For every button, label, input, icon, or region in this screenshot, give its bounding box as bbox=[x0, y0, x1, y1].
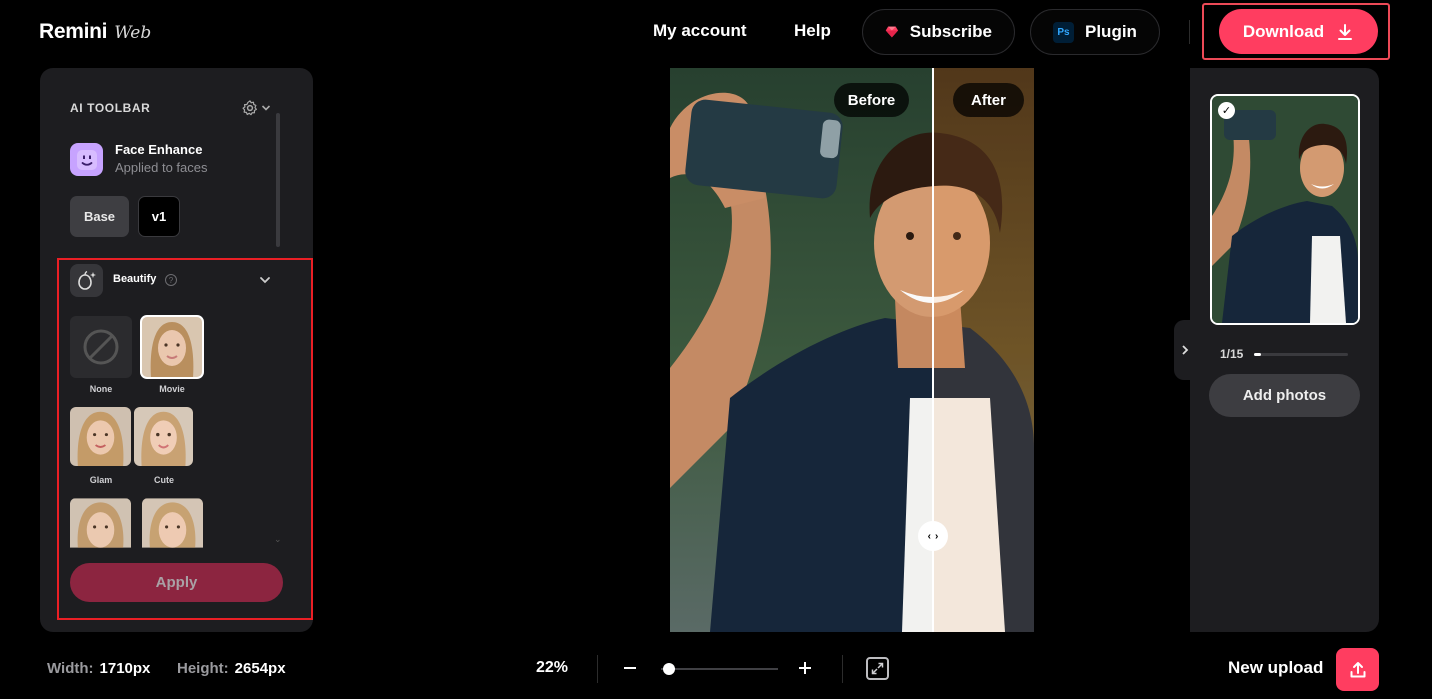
presets-scroll-chevron-icon[interactable]: ⌄ bbox=[274, 534, 282, 545]
preset-none-label: None bbox=[89, 384, 113, 394]
photo-preview bbox=[670, 68, 1034, 632]
zoom-in-button[interactable] bbox=[792, 655, 818, 681]
none-icon bbox=[83, 329, 119, 365]
toolbar-title: AI TOOLBAR bbox=[70, 101, 151, 115]
image-width: Width: 1710px bbox=[47, 660, 150, 677]
footer-divider bbox=[842, 655, 843, 683]
fit-to-screen-button[interactable] bbox=[866, 657, 889, 680]
preset-glam[interactable] bbox=[70, 407, 131, 466]
before-label: Before bbox=[834, 83, 909, 117]
preset-cute-thumbnail bbox=[134, 407, 193, 466]
width-label: Width: bbox=[47, 660, 94, 677]
toolbar-scrollbar[interactable] bbox=[276, 113, 280, 247]
gallery-counter: 1/15 bbox=[1220, 347, 1244, 361]
header-divider bbox=[1189, 20, 1190, 44]
subscribe-button[interactable]: Subscribe bbox=[862, 9, 1015, 55]
preset-movie-thumbnail bbox=[141, 316, 203, 378]
preset-extra-2[interactable] bbox=[142, 498, 203, 548]
preset-glam-label: Glam bbox=[89, 475, 113, 485]
preset-extra-1-thumbnail bbox=[70, 498, 131, 548]
download-label: Download bbox=[1242, 21, 1325, 41]
preset-glam-thumbnail bbox=[70, 407, 131, 466]
preset-extra-2-thumbnail bbox=[142, 498, 203, 548]
zoom-out-button[interactable] bbox=[617, 655, 643, 681]
gallery-thumbnail-selected[interactable]: ✓ bbox=[1210, 94, 1360, 325]
help-icon[interactable]: ? bbox=[165, 274, 177, 286]
gallery-progress-bar bbox=[1254, 353, 1348, 356]
comparison-slider-handle[interactable]: ‹ › bbox=[918, 521, 948, 551]
gear-icon bbox=[242, 100, 257, 116]
beautify-collapse-chevron-icon[interactable] bbox=[258, 273, 272, 287]
preset-movie-label: Movie bbox=[159, 384, 185, 394]
app-logo[interactable]: Remini Web bbox=[39, 20, 151, 44]
download-button[interactable]: Download bbox=[1219, 9, 1378, 54]
zoom-slider-handle[interactable] bbox=[663, 663, 675, 675]
gallery-panel: ✓ 1/15 Add photos bbox=[1190, 68, 1379, 632]
diamond-icon bbox=[885, 26, 899, 38]
zoom-slider-track[interactable] bbox=[661, 668, 778, 670]
arrow-left-icon: ‹ bbox=[927, 530, 931, 542]
version-base-button[interactable]: Base bbox=[70, 196, 129, 237]
plugin-button[interactable]: Ps Plugin bbox=[1030, 9, 1160, 55]
logo-text: Remini bbox=[39, 20, 108, 43]
plugin-label: Plugin bbox=[1085, 22, 1137, 41]
apply-button[interactable]: Apply bbox=[70, 563, 283, 602]
toolbar-settings-button[interactable] bbox=[241, 99, 271, 117]
logo-subtext: Web bbox=[114, 23, 152, 43]
beautify-icon bbox=[70, 264, 103, 297]
version-v1-button[interactable]: v1 bbox=[138, 196, 180, 237]
download-icon bbox=[1338, 23, 1353, 40]
zoom-level: 22% bbox=[536, 659, 569, 676]
preset-extra-1[interactable] bbox=[70, 498, 131, 548]
plus-icon bbox=[799, 662, 811, 674]
gallery-thumbnail-image bbox=[1212, 96, 1358, 323]
preset-cute-label: Cute bbox=[154, 475, 174, 485]
height-label: Height: bbox=[177, 660, 229, 677]
new-upload-button[interactable] bbox=[1336, 648, 1379, 691]
face-enhance-icon bbox=[70, 143, 103, 176]
preset-movie[interactable] bbox=[140, 315, 204, 379]
after-label: After bbox=[953, 83, 1024, 117]
check-icon: ✓ bbox=[1218, 102, 1235, 119]
preset-none[interactable] bbox=[70, 316, 132, 378]
subscribe-label: Subscribe bbox=[909, 22, 992, 41]
help-link[interactable]: Help bbox=[794, 21, 831, 41]
expand-icon bbox=[871, 662, 884, 675]
arrow-right-icon: › bbox=[935, 530, 939, 542]
chevron-down-icon bbox=[261, 105, 271, 111]
height-value: 2654px bbox=[234, 660, 286, 677]
beautify-title: Beautify bbox=[113, 273, 157, 285]
new-upload-link[interactable]: New upload bbox=[1228, 658, 1323, 678]
before-after-canvas[interactable]: Before After ‹ › bbox=[670, 68, 1034, 632]
face-enhance-subtitle: Applied to faces bbox=[115, 160, 208, 175]
photoshop-icon: Ps bbox=[1053, 21, 1074, 43]
chevron-right-icon bbox=[1182, 345, 1189, 355]
add-photos-button[interactable]: Add photos bbox=[1209, 374, 1360, 417]
my-account-link[interactable]: My account bbox=[653, 21, 747, 41]
face-enhance-title: Face Enhance bbox=[115, 142, 203, 157]
minus-icon bbox=[624, 667, 636, 669]
width-value: 1710px bbox=[99, 660, 151, 677]
footer-divider bbox=[597, 655, 598, 683]
preset-cute[interactable] bbox=[134, 407, 193, 466]
image-height: Height: 2654px bbox=[177, 660, 286, 677]
gallery-progress-fill bbox=[1254, 353, 1261, 356]
upload-icon bbox=[1350, 661, 1365, 677]
